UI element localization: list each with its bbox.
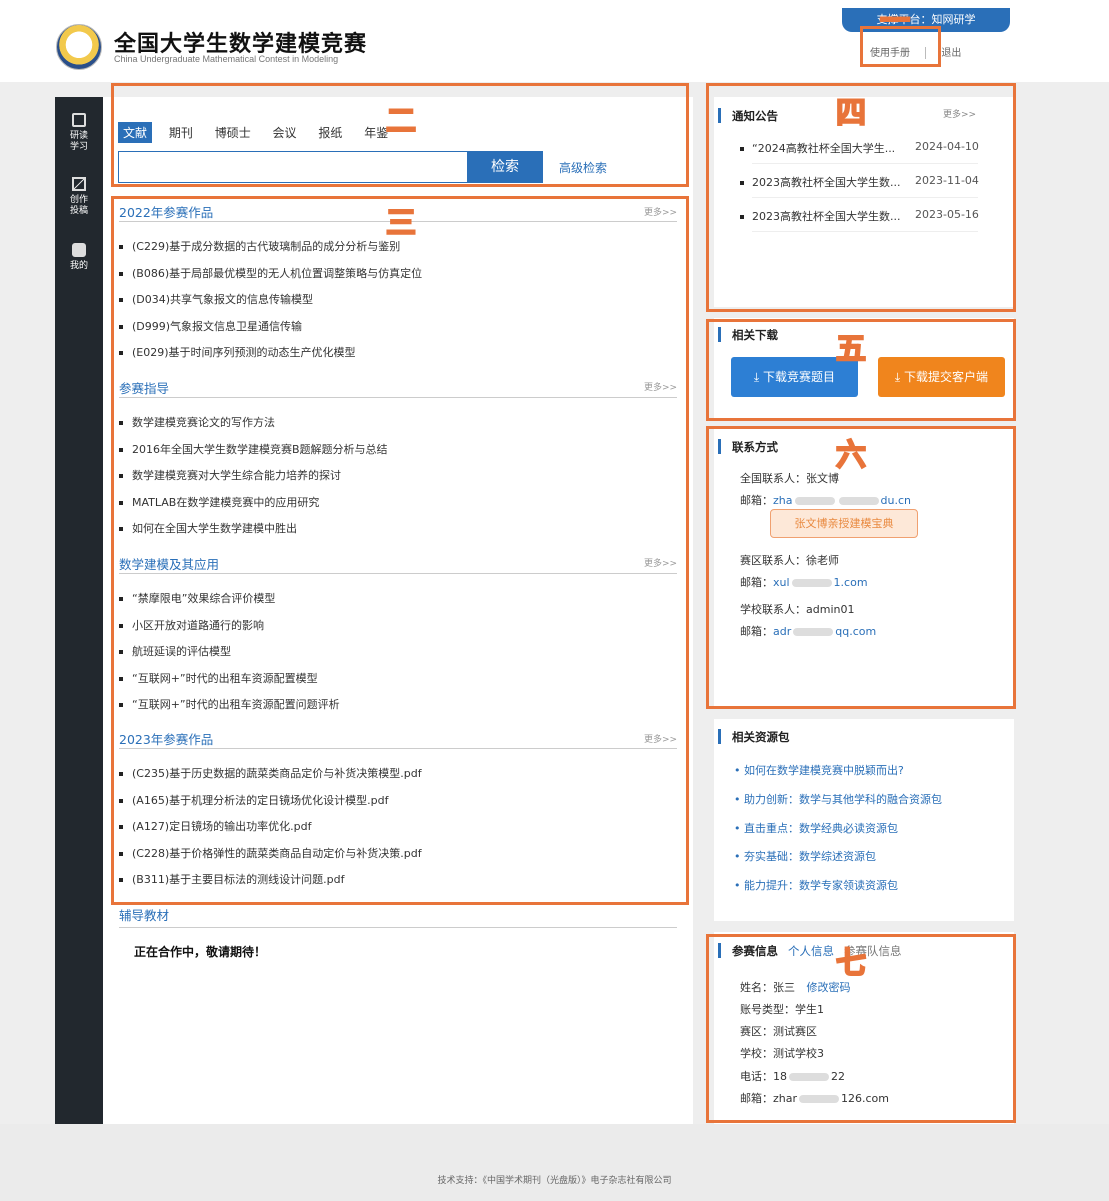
annotation-label-3: 三 <box>385 205 417 242</box>
footer <box>0 1124 1109 1201</box>
resource-link[interactable]: • 如何在数学建模竞赛中脱颖而出? <box>734 762 904 778</box>
annotation-label-5: 五 <box>835 331 867 368</box>
left-sidebar: 研读学习 创作投稿 我的 <box>55 97 103 1124</box>
resource-link[interactable]: • 能力提升：数学专家领读资源包 <box>734 877 898 893</box>
edit-icon <box>72 177 86 191</box>
logout-link[interactable]: 退出 <box>941 44 961 59</box>
sidebar-item-label: 研读学习 <box>69 131 88 152</box>
user-box-icon <box>72 243 86 257</box>
sidebar-item-label: 创作投稿 <box>69 195 88 216</box>
divider <box>119 927 677 928</box>
resource-link[interactable]: • 夯实基础：数学综述资源包 <box>734 848 876 864</box>
annotation-label-4: 四 <box>835 95 867 132</box>
sidebar-item-create[interactable]: 创作投稿 <box>55 177 103 217</box>
footer-text: 技术支持：《中国学术期刊（光盘版）》电子杂志社有限公司 <box>437 1176 672 1186</box>
annotation-label-2: 二 <box>385 103 417 140</box>
annotation-box-3 <box>111 196 689 905</box>
logo-icon <box>56 24 102 70</box>
annotation-label-6: 六 <box>835 437 867 474</box>
cooperation-note: 正在合作中，敬请期待！ <box>134 945 267 959</box>
book-icon <box>72 113 86 127</box>
resource-link[interactable]: • 直击重点：数学经典必读资源包 <box>734 820 898 836</box>
annotation-label-1: 一 <box>879 3 911 40</box>
sidebar-item-label: 我的 <box>69 261 88 271</box>
resource-title: 相关资源包 <box>718 729 790 745</box>
header: 全国大学生数学建模竞赛 China Undergraduate Mathemat… <box>0 0 1109 82</box>
site-subtitle: China Undergraduate Mathematical Contest… <box>114 54 339 64</box>
section-title[interactable]: 辅导教材 <box>119 905 169 924</box>
resource-link[interactable]: • 助力创新：数学与其他学科的融合资源包 <box>734 791 942 807</box>
sidebar-item-study[interactable]: 研读学习 <box>55 113 103 153</box>
sidebar-item-mine[interactable]: 我的 <box>55 243 103 272</box>
annotation-label-7: 七 <box>835 945 867 982</box>
